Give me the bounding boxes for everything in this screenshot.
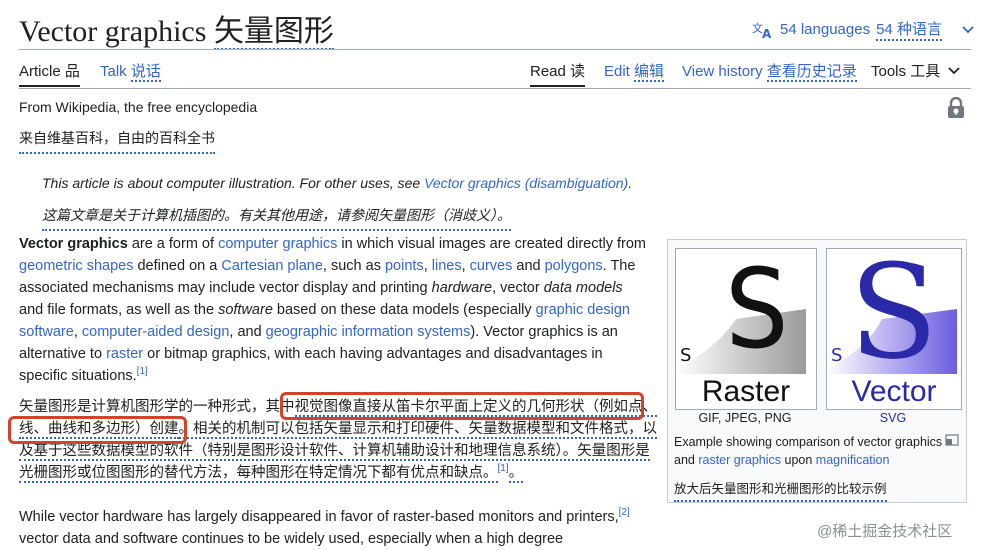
svg-text:A: A: [762, 27, 772, 39]
hatnote-zh: 这篇文章是关于计算机插图的。有关其他用途，请参阅矢量图形（消歧义）。: [42, 205, 511, 231]
link-points[interactable]: points: [385, 258, 424, 274]
bold-term: Vector graphics: [19, 236, 128, 252]
lead-paragraph: Vector graphics are a form of computer g…: [19, 236, 646, 384]
page-title-zh: 矢量图形: [213, 15, 334, 50]
hatnote-end: .: [628, 175, 633, 191]
tab-talk-label: Talk: [100, 63, 127, 80]
vector-image[interactable]: S S Vector: [826, 248, 962, 410]
tab-edit-label-zh: 编辑: [634, 63, 665, 82]
disambiguation-link[interactable]: Vector graphics (disambiguation): [424, 175, 628, 191]
link-geometric-shapes[interactable]: geometric shapes: [19, 258, 133, 274]
site-subtitle: From Wikipedia, the free encyclopedia: [19, 99, 258, 115]
vector-formats: SVG: [879, 411, 907, 425]
highlight-box-bottom: [8, 416, 187, 444]
language-selector[interactable]: 文 A 54 languages 54 种语言: [752, 18, 974, 41]
link-magnification[interactable]: magnification: [816, 453, 890, 467]
vector-letter: S: [849, 249, 938, 374]
highlight-box-top: [280, 392, 644, 420]
citation-2[interactable]: [2]: [619, 507, 630, 518]
tab-talk-label-zh: 说话: [130, 63, 161, 82]
tab-article-label: Article: [19, 63, 61, 80]
raster-label: Raster: [701, 375, 791, 408]
link-cartesian-plane[interactable]: Cartesian plane: [221, 258, 323, 274]
tools-label-zh: 工具: [910, 63, 941, 80]
tools-label: Tools: [871, 63, 907, 80]
citation-1-zh[interactable]: [1]: [498, 463, 509, 474]
tabs-divider: [19, 88, 971, 89]
tab-edit-label: Edit: [604, 63, 630, 80]
tab-history-label-zh: 查看历史记录: [766, 63, 857, 82]
second-paragraph: While vector hardware has largely disapp…: [19, 507, 630, 547]
hatnote-text: This article is about computer illustrat…: [42, 175, 425, 191]
chevron-down-icon: [962, 25, 974, 34]
figure-caption-zh: 放大后矢量图形和光栅图形的比较示例: [674, 478, 887, 502]
citation-1[interactable]: [1]: [137, 366, 148, 377]
raster-formats: GIF, JPEG, PNG: [698, 411, 792, 425]
tab-article[interactable]: Article 品: [19, 60, 80, 87]
tab-view-history[interactable]: View history 查看历史记录: [682, 60, 857, 82]
figure-caption: Example showing comparison of vector gra…: [674, 435, 943, 467]
link-computer-graphics[interactable]: computer graphics: [218, 236, 337, 252]
title-divider: [19, 49, 971, 50]
tab-article-label-zh: 品: [64, 63, 80, 80]
link-computer-aided-design[interactable]: computer-aided design: [82, 324, 230, 340]
page-title: Vector graphics 矢量图形: [19, 6, 334, 50]
languages-count-zh: 54 种语言: [876, 18, 942, 41]
chevron-down-icon: [948, 62, 960, 79]
link-gis[interactable]: geographic information systems: [266, 324, 471, 340]
tab-edit[interactable]: Edit 编辑: [604, 60, 665, 82]
link-curves[interactable]: curves: [470, 258, 513, 274]
raster-image[interactable]: S S Raster: [675, 248, 817, 410]
tab-read-label-zh: 读: [570, 63, 586, 80]
vector-label: Vector: [851, 375, 937, 408]
raster-small-letter: S: [680, 345, 691, 366]
languages-count-en: 54 languages: [780, 21, 871, 38]
lock-icon[interactable]: [946, 96, 966, 124]
site-subtitle-zh: 来自维基百科，自由的百科全书: [19, 128, 215, 154]
tab-read-label: Read: [530, 63, 566, 80]
vector-small-letter: S: [831, 345, 842, 366]
link-lines[interactable]: lines: [432, 258, 462, 274]
tools-menu[interactable]: Tools 工具: [871, 60, 960, 81]
page-title-en: Vector graphics: [19, 15, 207, 48]
link-polygons[interactable]: polygons: [545, 258, 603, 274]
link-raster[interactable]: raster: [106, 346, 143, 362]
watermark: @稀土掘金技术社区: [817, 523, 953, 540]
tab-history-label: View history: [682, 63, 763, 80]
raster-letter: S: [724, 249, 790, 373]
tab-read[interactable]: Read 读: [530, 60, 586, 87]
link-raster-graphics[interactable]: raster graphics: [698, 453, 781, 467]
tab-talk[interactable]: Talk 说话: [100, 60, 161, 82]
hatnote: This article is about computer illustrat…: [42, 175, 632, 191]
translate-icon: 文 A: [752, 21, 774, 39]
